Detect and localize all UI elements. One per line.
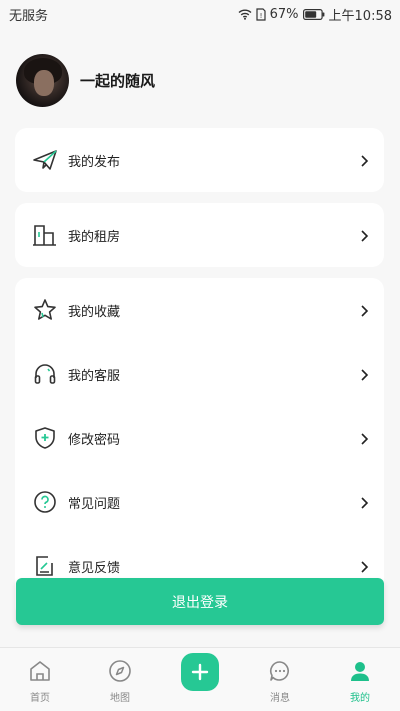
menu-item-publish[interactable]: 我的发布 [15,128,384,192]
carrier-text: 无服务 [9,8,49,24]
tab-add[interactable] [160,648,240,711]
svg-text:!: ! [259,12,262,20]
tab-label-home: 首页 [30,693,50,704]
chevron-right-icon [359,367,369,381]
building-icon [32,222,58,248]
clock-text: 上午10:58 [328,8,392,24]
avatar-face [34,70,54,96]
wifi-icon [238,8,252,20]
card-rental: 我的租房 [15,203,384,267]
menu-label-faq: 常见问题 [68,496,121,512]
tab-home[interactable]: 首页 [0,648,80,711]
card-settings-list: 我的收藏 我的客服 修改密码 常见问题 意见反馈 [15,278,384,618]
tab-label-map: 地图 [110,693,130,704]
menu-label-rental: 我的租房 [68,229,121,245]
battery-percent: 67% [269,6,299,22]
plus-icon [191,663,209,681]
menu-label-password: 修改密码 [68,432,121,448]
logout-button[interactable]: 退出登录 [16,578,384,625]
avatar[interactable] [16,54,69,107]
tab-mine[interactable]: 我的 [320,648,400,711]
tab-messages[interactable]: 消息 [240,648,320,711]
chevron-right-icon [359,153,369,167]
chevron-right-icon [359,431,369,445]
home-icon [27,658,53,684]
card-publish: 我的发布 [15,128,384,192]
profile-header[interactable]: 一起的随风 [16,54,155,107]
shield-plus-icon [32,425,58,451]
question-circle-icon [32,489,58,515]
headset-icon [32,361,58,387]
edit-note-icon [32,553,58,579]
star-icon [32,297,58,323]
chevron-right-icon [359,559,369,573]
status-bar: 无服务 ! 67% 上午10:58 [0,0,400,28]
user-icon [347,658,373,684]
add-button[interactable] [181,653,219,691]
menu-label-feedback: 意见反馈 [68,560,121,576]
chat-bubble-icon [267,658,293,684]
chevron-right-icon [359,303,369,317]
menu-item-password[interactable]: 修改密码 [15,406,384,470]
menu-item-rental[interactable]: 我的租房 [15,203,384,267]
menu-item-faq[interactable]: 常见问题 [15,470,384,534]
tab-map[interactable]: 地图 [80,648,160,711]
tab-label-mine: 我的 [350,693,370,704]
paper-plane-icon [32,147,58,173]
menu-label-service: 我的客服 [68,368,121,384]
chevron-right-icon [359,228,369,242]
menu-item-service[interactable]: 我的客服 [15,342,384,406]
menu-label-favorites: 我的收藏 [68,304,121,320]
sim-icon: ! [256,7,266,21]
bottom-tab-bar: 首页 地图 消息 我的 [0,647,400,711]
chevron-right-icon [359,495,369,509]
status-icons: ! 67% 上午10:58 [238,5,392,24]
battery-icon [302,8,325,20]
compass-icon [107,658,133,684]
menu-item-favorites[interactable]: 我的收藏 [15,278,384,342]
menu-label-publish: 我的发布 [68,154,121,170]
tab-label-messages: 消息 [270,693,290,704]
username: 一起的随风 [80,72,156,90]
